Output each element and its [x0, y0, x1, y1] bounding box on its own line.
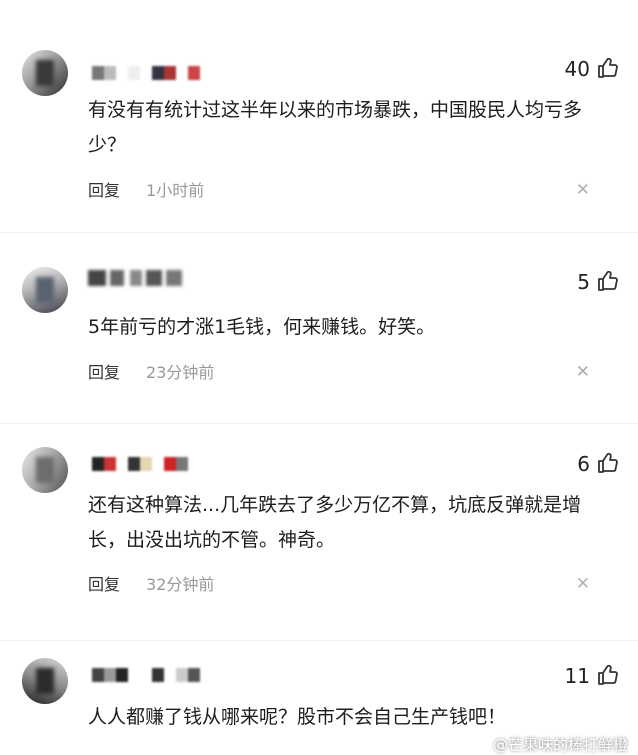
username-redacted[interactable] [92, 457, 188, 471]
comment-item: 6 还有这种算法...几年跌去了多少万亿不算，坑底反弹就是增长，出没出坑的不管。… [0, 424, 638, 644]
timestamp: 1小时前 [146, 181, 205, 200]
comment-text: 5年前亏的才涨1毛钱，何来赚钱。好笑。 [88, 316, 436, 338]
avatar[interactable] [22, 50, 68, 96]
close-icon[interactable]: ✕ [576, 574, 590, 594]
like-count: 11 [564, 664, 590, 688]
like-count: 6 [577, 452, 590, 476]
comment-item: 5 5年前亏的才涨1毛钱，何来赚钱。好笑。 回复 23分钟前 ✕ [0, 233, 638, 423]
username-redacted[interactable] [92, 66, 200, 80]
thumbs-up-icon[interactable] [596, 451, 620, 475]
thumbs-up-icon[interactable] [596, 56, 620, 80]
close-icon[interactable]: ✕ [576, 180, 590, 200]
thumbs-up-icon[interactable] [596, 663, 620, 687]
timestamp: 32分钟前 [146, 575, 215, 594]
comment-meta: 回复 23分钟前 [88, 359, 214, 383]
comment-text: 人人都赚了钱从哪来呢？股市不会自己生产钱吧！ [88, 706, 507, 728]
like-count: 40 [564, 57, 590, 81]
comment-item: 40 有没有有统计过这半年以来的市场暴跌，中国股民人均亏多少？ 回复 1小时前 ✕ [0, 0, 638, 230]
username-redacted[interactable] [92, 668, 200, 682]
comment-text: 有没有有统计过这半年以来的市场暴跌，中国股民人均亏多少？ [88, 99, 583, 156]
close-icon[interactable]: ✕ [576, 362, 590, 382]
watermark: @芒果味的棒打鲜橙 [492, 736, 628, 754]
thumbs-up-icon[interactable] [596, 269, 620, 293]
timestamp: 23分钟前 [146, 363, 215, 382]
reply-button[interactable]: 回复 [88, 181, 120, 200]
like-count: 5 [577, 270, 590, 294]
username-redacted[interactable] [88, 270, 182, 292]
comment-meta: 回复 1小时前 [88, 177, 204, 201]
avatar[interactable] [22, 658, 68, 704]
avatar[interactable] [22, 447, 68, 493]
avatar[interactable] [22, 267, 68, 313]
comment-meta: 回复 32分钟前 [88, 571, 214, 595]
reply-button[interactable]: 回复 [88, 363, 120, 382]
reply-button[interactable]: 回复 [88, 575, 120, 594]
comment-text: 还有这种算法...几年跌去了多少万亿不算，坑底反弹就是增长，出没出坑的不管。神奇… [88, 494, 582, 551]
